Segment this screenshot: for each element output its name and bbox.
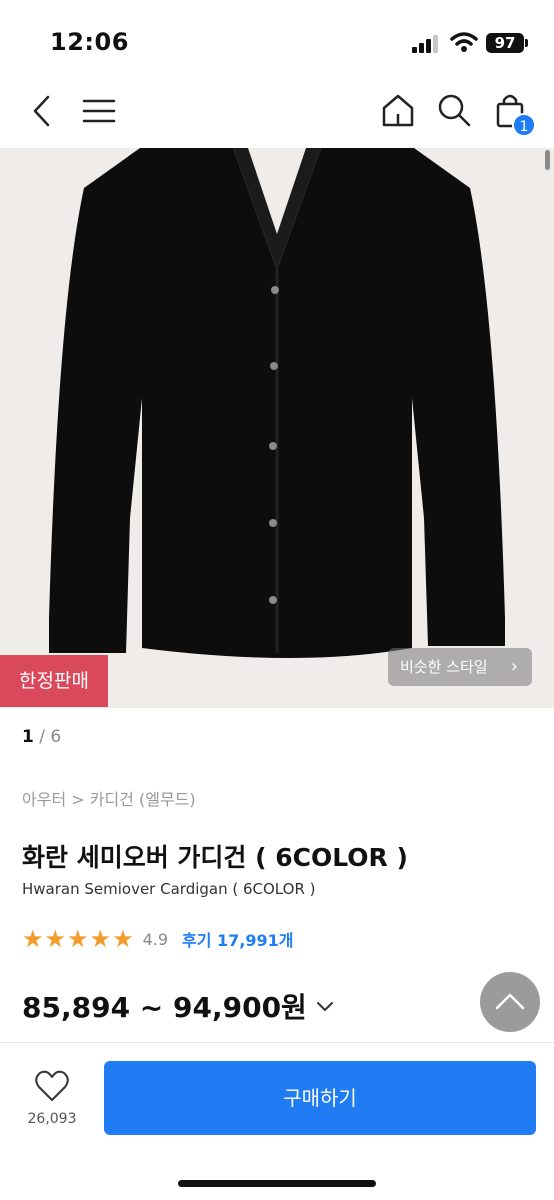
product-title: 화란 세미오버 가디건 ( 6COLOR ) bbox=[22, 843, 408, 872]
status-bar: 12:06 97 bbox=[0, 0, 554, 88]
product-image[interactable] bbox=[0, 148, 554, 708]
review-count-link[interactable]: 후기 17,991개 bbox=[182, 927, 293, 951]
battery-nub bbox=[525, 39, 528, 47]
battery-indicator: 97 bbox=[486, 33, 524, 53]
price-row[interactable]: 85,894 ~ 94,900원 bbox=[22, 986, 335, 1026]
similar-style-button[interactable]: 비슷한 스타일 › bbox=[388, 648, 532, 686]
similar-style-label: 비슷한 스타일 bbox=[400, 658, 488, 676]
scroll-to-top-button[interactable] bbox=[480, 972, 540, 1032]
price-range: 85,894 ~ 94,900원 bbox=[22, 991, 307, 1024]
pager-total: 6 bbox=[50, 727, 62, 747]
menu-icon[interactable] bbox=[82, 96, 116, 126]
heart-icon bbox=[35, 1070, 69, 1101]
rating-value: 4.9 bbox=[142, 929, 169, 949]
top-navigation bbox=[0, 88, 554, 148]
product-title-english: Hwaran Semiover Cardigan ( 6COLOR ) bbox=[22, 880, 316, 898]
like-count: 26,093 bbox=[27, 1111, 77, 1127]
page-scrollbar[interactable] bbox=[545, 150, 550, 170]
back-icon[interactable] bbox=[28, 94, 56, 128]
home-icon[interactable] bbox=[380, 92, 416, 128]
limited-sale-badge: 한정판매 bbox=[0, 655, 108, 707]
cardigan-image bbox=[49, 148, 505, 658]
rating-row: ★★★★★ 4.9 후기 17,991개 bbox=[22, 925, 294, 953]
like-button[interactable]: 26,093 bbox=[14, 1069, 90, 1149]
search-icon[interactable] bbox=[436, 92, 472, 128]
breadcrumb[interactable]: 아우터 > 카디건 (엘무드) bbox=[22, 786, 196, 810]
cart-count-badge: 1 bbox=[512, 113, 536, 137]
wifi-icon bbox=[450, 32, 478, 52]
signal-icon bbox=[412, 35, 438, 53]
chevron-right-icon: › bbox=[510, 656, 518, 677]
chevron-up-icon bbox=[495, 993, 525, 1010]
star-rating-icon: ★★★★★ bbox=[22, 925, 135, 953]
pager-current: 1 bbox=[22, 727, 34, 747]
image-pager: 1 / 6 bbox=[22, 727, 61, 747]
bottom-action-bar: 26,093 구매하기 bbox=[0, 1042, 554, 1200]
status-time: 12:06 bbox=[50, 28, 129, 56]
buy-button[interactable]: 구매하기 bbox=[104, 1061, 536, 1135]
chevron-down-icon[interactable] bbox=[315, 996, 335, 1016]
home-indicator bbox=[178, 1180, 376, 1187]
pager-separator: / bbox=[33, 727, 51, 747]
